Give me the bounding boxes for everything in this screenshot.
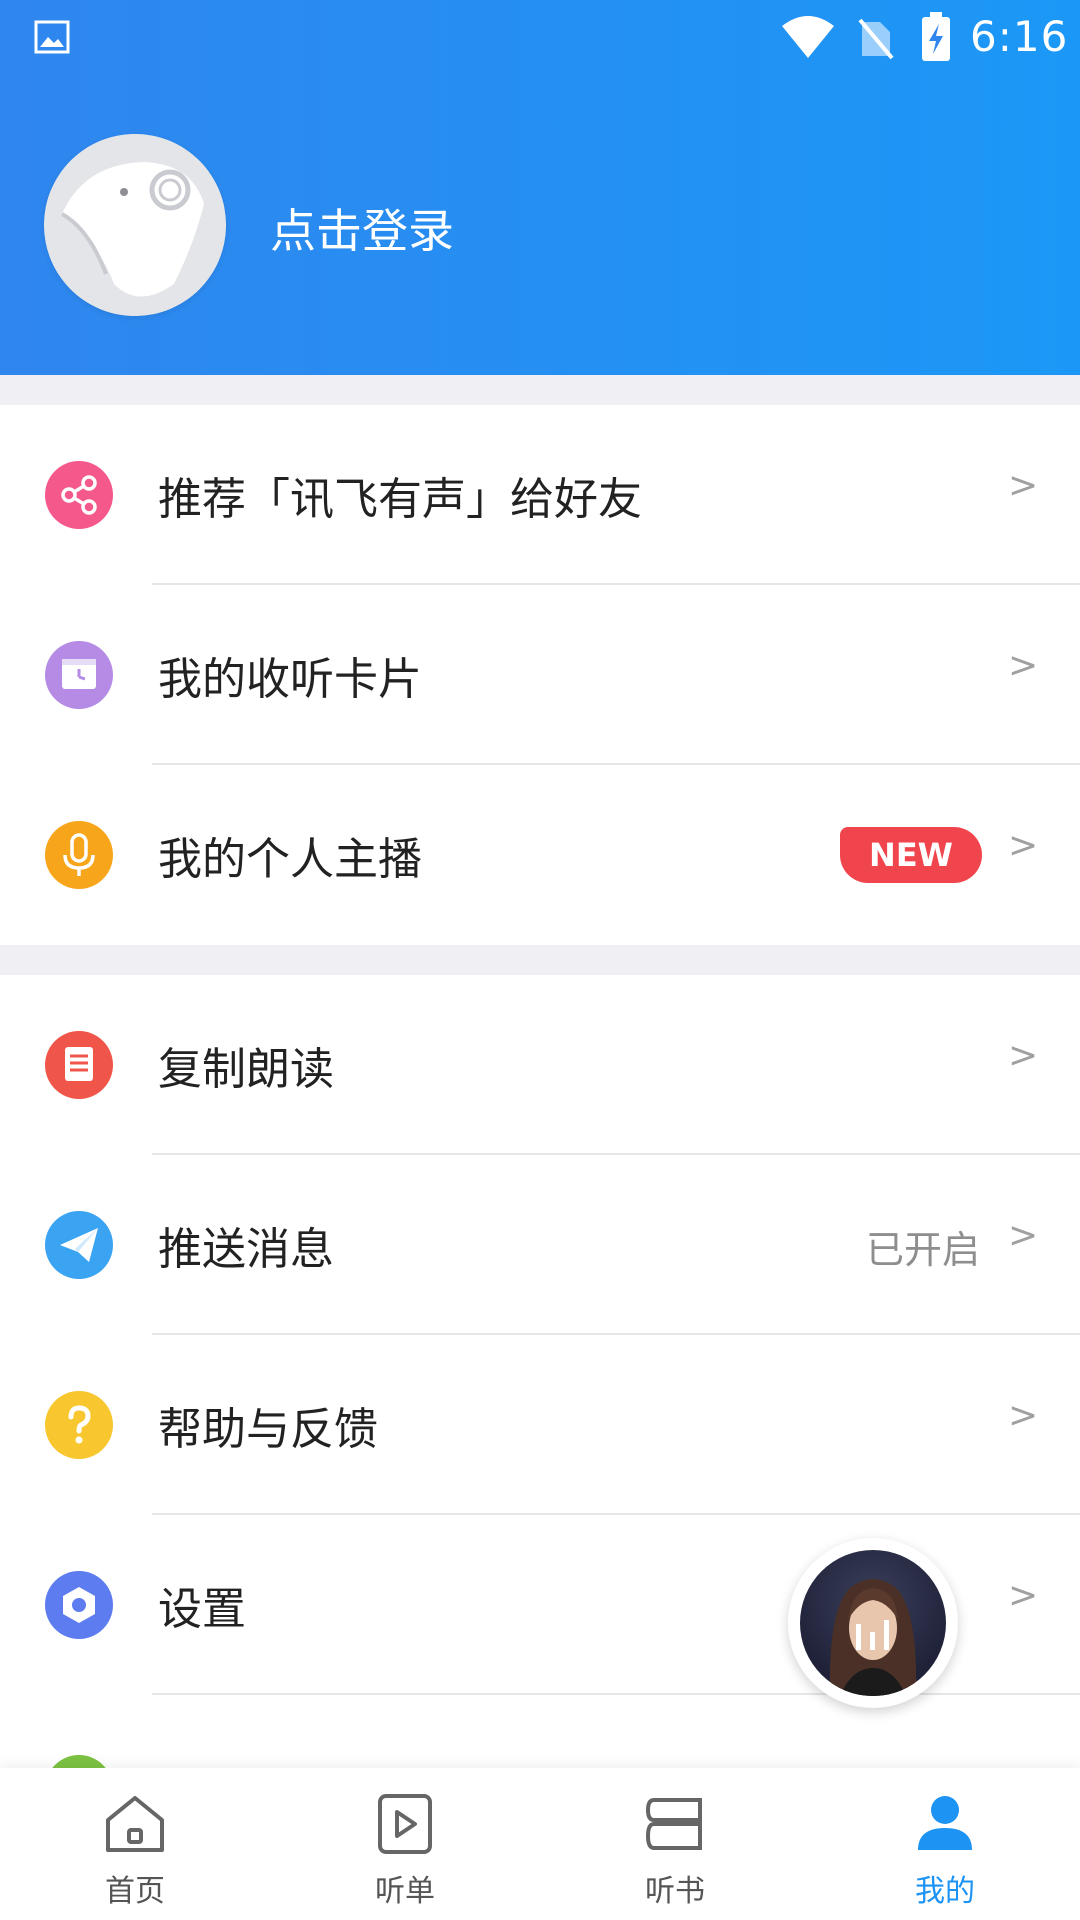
wifi-icon (782, 16, 834, 58)
menu-item-help-feedback[interactable]: 帮助与反馈 > (0, 1335, 1080, 1515)
gallery-notification-icon (34, 20, 70, 54)
user-icon (918, 1796, 972, 1850)
menu-item-label: 我的个人主播 (158, 834, 422, 885)
menu-item-copy-read[interactable]: 复制朗读 > (0, 975, 1080, 1155)
menu-item-label: 我的收听卡片 (158, 654, 422, 705)
push-status-text: 已开启 (865, 1228, 980, 1272)
play-list-icon (378, 1794, 432, 1854)
menu-item-label: 复制朗读 (158, 1044, 334, 1095)
menu-item-label: 推荐「讯飞有声」给好友 (158, 474, 642, 525)
tab-label: 首页 (105, 1874, 165, 1909)
chevron-right-icon: > (1008, 645, 1039, 686)
tab-label: 听书 (645, 1874, 705, 1909)
tab-audiobooks[interactable]: 听书 (540, 1768, 810, 1920)
tab-label: 我的 (915, 1874, 975, 1909)
section-gap (0, 375, 1080, 405)
menu-item-listening-card[interactable]: 我的收听卡片 > (0, 585, 1080, 765)
profile-header: 6:16 点击登录 (0, 0, 1080, 375)
microphone-icon (45, 821, 113, 889)
bottom-navigation: 首页 听单 听书 我的 (0, 1768, 1080, 1920)
menu-item-partial[interactable] (0, 1695, 1080, 1823)
tab-home[interactable]: 首页 (0, 1768, 270, 1920)
share-icon (45, 461, 113, 529)
book-icon (645, 1798, 702, 1850)
document-icon (45, 1031, 113, 1099)
gear-icon (45, 1571, 113, 1639)
chevron-right-icon: > (1008, 1215, 1039, 1256)
new-badge: NEW (840, 827, 982, 883)
chevron-right-icon: > (1008, 1395, 1039, 1436)
menu-item-recommend[interactable]: 推荐「讯飞有声」给好友 > (0, 405, 1080, 585)
battery-charging-icon (922, 12, 950, 61)
menu-item-personal-anchor[interactable]: 我的个人主播 NEW > (0, 765, 1080, 945)
tab-playlist[interactable]: 听单 (270, 1768, 540, 1920)
default-avatar-bird-icon (44, 134, 226, 316)
no-sim-icon (858, 18, 894, 60)
question-icon (45, 1391, 113, 1459)
menu-item-label: 推送消息 (158, 1224, 334, 1275)
profile-page: 6:16 点击登录 推荐「讯飞有声」给好友 > 我的收听卡片 > 我的个人主播 … (0, 0, 1080, 1920)
status-bar: 6:16 (0, 0, 1080, 80)
paper-plane-icon (45, 1211, 113, 1279)
status-time: 6:16 (970, 12, 1069, 61)
menu-item-label: 设置 (158, 1584, 246, 1635)
anchor-portrait (800, 1550, 946, 1696)
chevron-right-icon: > (1008, 1575, 1039, 1616)
section-gap (0, 945, 1080, 975)
avatar[interactable] (44, 134, 226, 316)
chevron-right-icon: > (1008, 825, 1039, 866)
chevron-right-icon: > (1008, 465, 1039, 506)
floating-player-button[interactable] (788, 1538, 958, 1708)
chevron-right-icon: > (1008, 1035, 1039, 1076)
menu-item-push-notifications[interactable]: 推送消息 已开启 > (0, 1155, 1080, 1335)
clock-card-icon (45, 641, 113, 709)
login-link[interactable]: 点击登录 (270, 195, 454, 261)
tab-label: 听单 (375, 1874, 435, 1909)
menu-item-label: 帮助与反馈 (158, 1404, 378, 1455)
tab-mine[interactable]: 我的 (810, 1768, 1080, 1920)
home-icon (106, 1796, 164, 1852)
